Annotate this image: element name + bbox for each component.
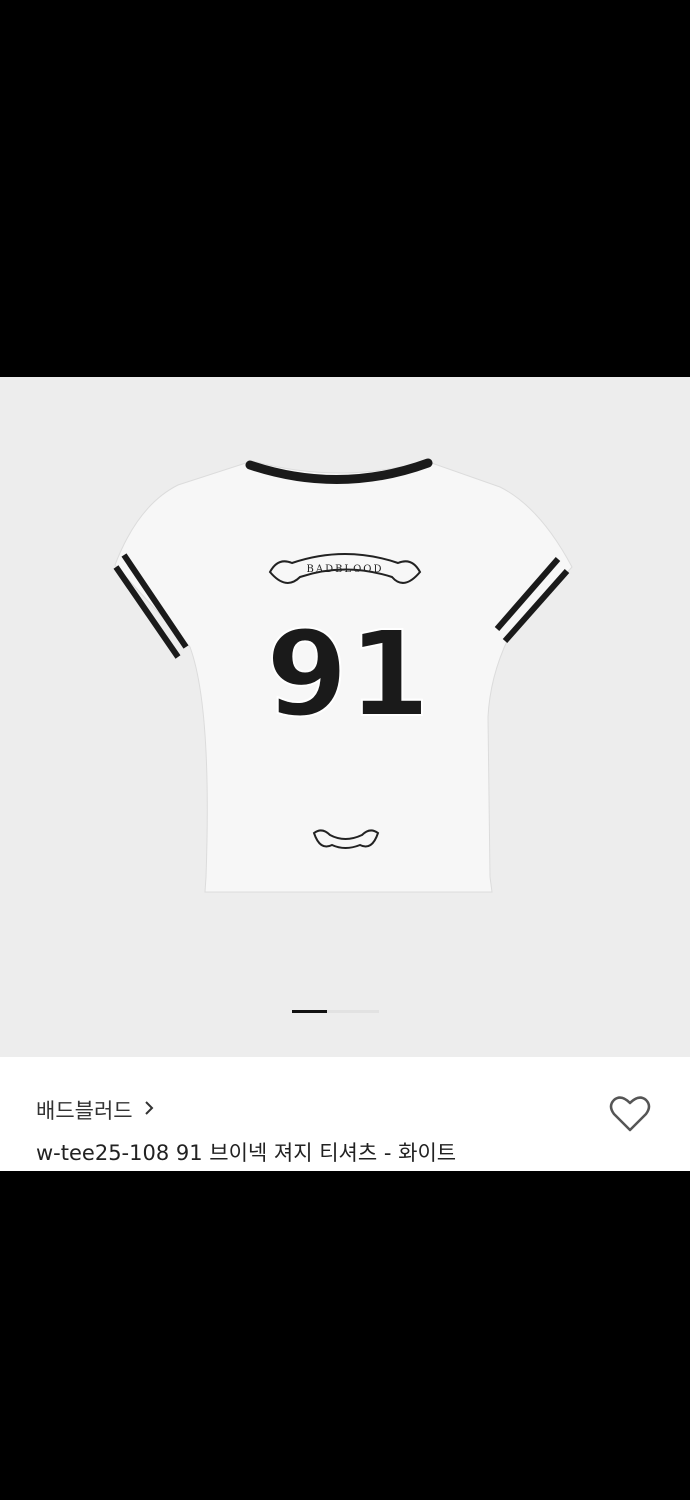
- wishlist-button[interactable]: [606, 1090, 654, 1138]
- pager-dot-active: [292, 1010, 327, 1013]
- chevron-right-icon: [143, 1098, 155, 1122]
- product-screen: BADBLOOD 91 배드블러드 w-tee25-108 91 브이넥 져지 …: [0, 0, 690, 1500]
- product-title: w-tee25-108 91 브이넥 져지 티셔츠 - 화이트: [36, 1141, 457, 1165]
- bottom-blank-area: [0, 1171, 690, 1500]
- product-image-carousel[interactable]: BADBLOOD 91: [0, 377, 690, 1057]
- carousel-pager: [292, 1010, 396, 1014]
- product-image: BADBLOOD 91: [113, 458, 573, 893]
- pager-dot: [353, 1010, 379, 1013]
- banner-text: BADBLOOD: [307, 564, 384, 575]
- product-info-panel: 배드블러드 w-tee25-108 91 브이넥 져지 티셔츠 - 화이트: [0, 1057, 690, 1171]
- jersey-number: 91: [266, 605, 430, 743]
- heart-outline-icon: [609, 1096, 651, 1132]
- pager-dot: [327, 1010, 353, 1013]
- top-blank-area: [0, 0, 690, 377]
- brand-link[interactable]: 배드블러드: [36, 1095, 155, 1125]
- brand-name: 배드블러드: [36, 1099, 133, 1123]
